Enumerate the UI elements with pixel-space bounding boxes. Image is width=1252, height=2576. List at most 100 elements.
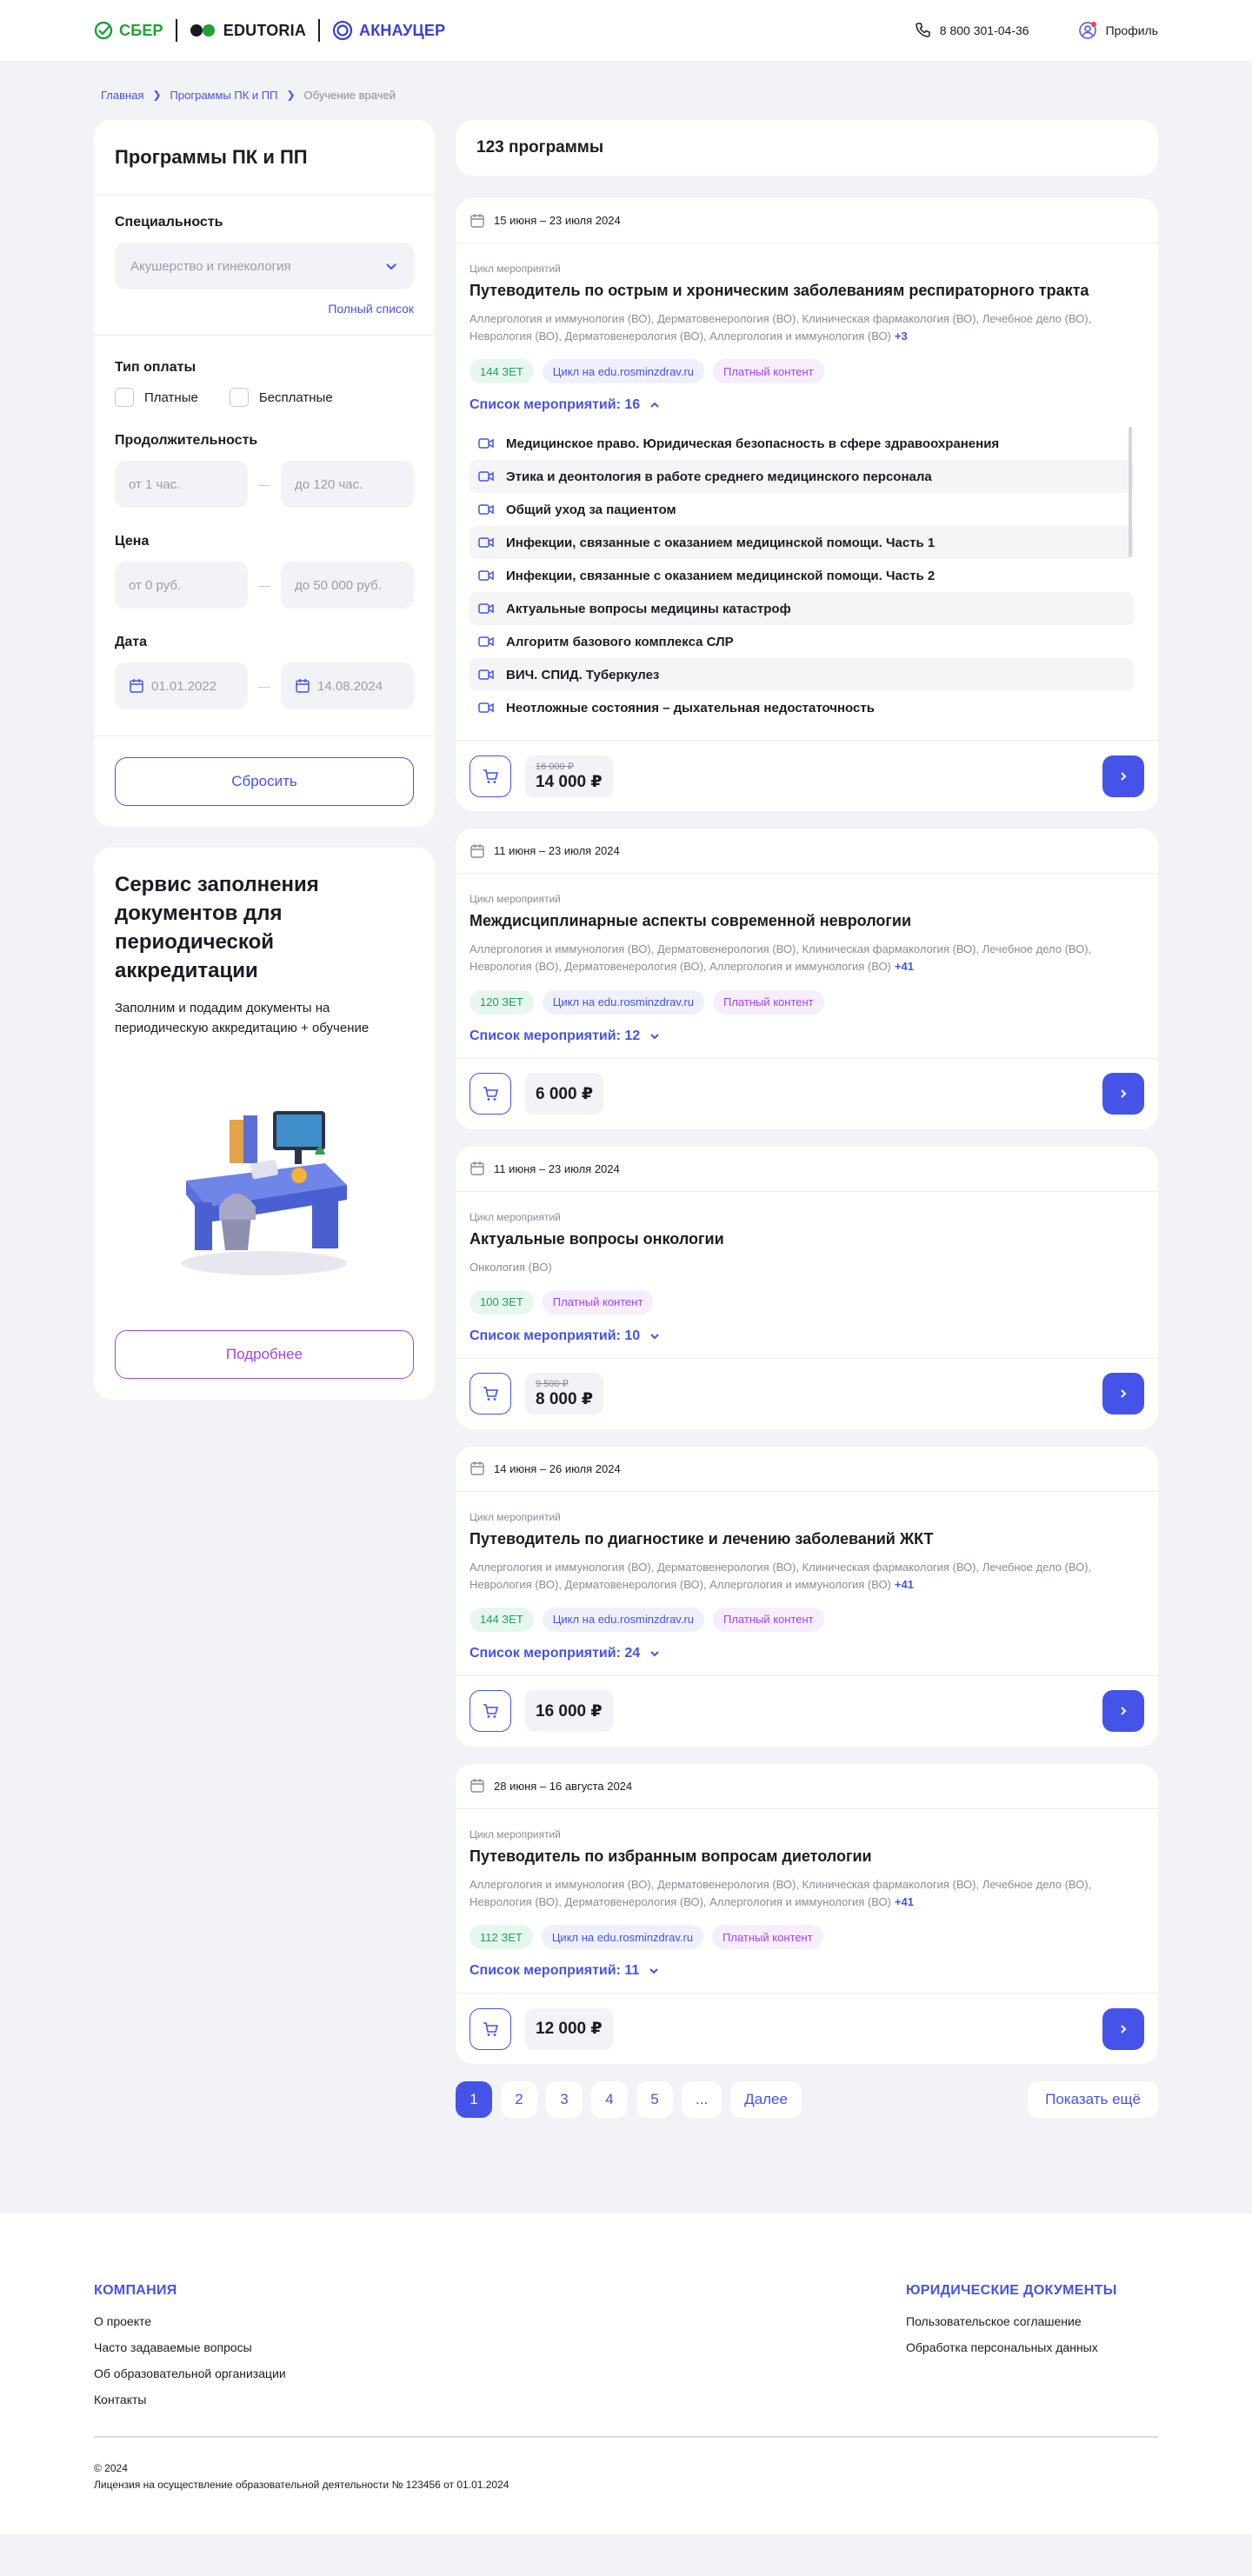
open-program-button[interactable] [1102,1690,1144,1733]
card-title[interactable]: Путеводитель по диагностике и лечению за… [470,1530,1144,1548]
events-toggle-label: Список мероприятий: 12 [470,1028,641,1043]
full-list-link[interactable]: Полный список [115,302,414,335]
paid-content-badge: Платный контент [713,989,824,1015]
duration-from-input[interactable]: от 1 час. [115,461,248,508]
date-to-input[interactable]: 14.08.2024 [281,662,414,709]
footer-link-faq[interactable]: Часто задаваемые вопросы [94,2340,286,2354]
event-item[interactable]: Медицинское право. Юридическая безопасно… [470,427,1134,460]
aknaucer-logo[interactable]: АКНАУЦЕР [332,20,445,41]
page-ellipsis[interactable]: ... [682,2081,723,2119]
add-to-cart-button[interactable] [470,755,511,797]
specialty-select[interactable]: Акушерство и гинекология [115,243,414,290]
more-specialties-link[interactable]: +3 [895,329,908,343]
card-title[interactable]: Путеводитель по острым и хроническим заб… [470,282,1144,300]
price-from-input[interactable]: от 0 руб. [115,562,248,609]
page-button-2[interactable]: 2 [501,2081,537,2119]
card-date: 15 июня – 23 июля 2024 [456,198,1158,243]
date-from-input[interactable]: 01.01.2022 [115,662,248,709]
footer-divider [94,2436,1158,2439]
card-title[interactable]: Междисциплинарные аспекты современной не… [470,912,1144,930]
event-list[interactable]: Медицинское право. Юридическая безопасно… [470,427,1144,740]
more-specialties-link[interactable]: +41 [895,1895,914,1908]
filters-title: Программы ПК и ПП [94,120,435,196]
show-more-button[interactable]: Показать ещё [1028,2081,1158,2119]
events-toggle[interactable]: Список мероприятий: 11 [470,1963,1144,1993]
card-tags: 120 ЗЕТ Цикл на edu.rosminzdrav.ru Платн… [470,989,1144,1015]
event-item[interactable]: Этика и деонтология в работе среднего ме… [470,460,1134,494]
add-to-cart-button[interactable] [470,1073,511,1115]
add-to-cart-button[interactable] [470,1373,511,1415]
event-title: ВИЧ. СПИД. Туберкулез [506,667,660,682]
specialty-value: Акушерство и гинекология [130,258,291,274]
event-item[interactable]: Неотложные состояния – дыхательная недос… [470,691,1134,724]
card-tags: 100 ЗЕТ Платный контент [470,1289,1144,1315]
promo-title: Сервис заполнения документов для периоди… [115,873,319,983]
card-date-text: 14 июня – 26 июля 2024 [494,1461,621,1475]
open-program-button[interactable] [1102,1073,1144,1115]
events-toggle[interactable]: Список мероприятий: 16 [470,397,1144,427]
reset-section: Сбросить [94,736,435,827]
more-specialties-link[interactable]: +41 [895,960,914,973]
event-item[interactable]: ВИЧ. СПИД. Туберкулез [470,658,1134,692]
card-date: 11 июня – 23 июля 2024 [456,829,1158,875]
edutoria-logo[interactable]: EDUTORIA [190,22,306,40]
zet-badge: 120 ЗЕТ [470,989,534,1015]
event-item[interactable]: Алгоритм базового комплекса СЛР [470,625,1134,658]
page-button-3[interactable]: 3 [546,2081,583,2119]
event-list-scrollbar[interactable] [1129,427,1132,558]
price-to-input[interactable]: до 50 000 руб. [281,562,414,609]
page-button-5[interactable]: 5 [636,2081,673,2119]
event-item[interactable]: Инфекции, связанные с оказанием медицинс… [470,559,1134,592]
phone-link[interactable]: 8 800 301-04-36 [914,22,1029,39]
events-toggle[interactable]: Список мероприятий: 24 [470,1646,1144,1675]
page-button-4[interactable]: 4 [591,2081,628,2119]
price-wrap: 6 000 ₽ [470,1073,604,1115]
video-icon [478,669,494,681]
event-item[interactable]: Инфекции, связанные с оказанием медицинс… [470,526,1134,560]
page-list: 1 2 3 4 5 ... Далее [456,2081,802,2119]
card-body: Цикл мероприятий Путеводитель по диагнос… [456,1492,1158,1675]
open-program-button[interactable] [1102,755,1144,797]
range-dash: — [258,477,270,491]
next-page-button[interactable]: Далее [730,2081,802,2119]
card-title[interactable]: Актуальные вопросы онкологии [470,1230,1144,1248]
breadcrumb-section[interactable]: Программы ПК и ПП [170,89,278,102]
event-title: Актуальные вопросы медицины катастроф [506,601,791,616]
events-toggle[interactable]: Список мероприятий: 12 [470,1028,1144,1058]
card-body: Цикл мероприятий Актуальные вопросы онко… [456,1192,1158,1358]
rosminzdrav-badge: Цикл на edu.rosminzdrav.ru [542,1607,704,1632]
events-toggle[interactable]: Список мероприятий: 10 [470,1328,1144,1358]
card-date-text: 28 июня – 16 августа 2024 [494,1779,633,1793]
event-title: Общий уход за пациентом [506,502,676,517]
duration-to-input[interactable]: до 120 час. [281,461,414,508]
specialty-label: Специальность [115,215,223,230]
profile-link[interactable]: Профиль [1078,21,1158,40]
add-to-cart-button[interactable] [470,2007,511,2050]
promo-more-button[interactable]: Подробнее [115,1330,414,1380]
paid-checkbox[interactable]: Платные [115,388,198,407]
footer-link-org[interactable]: Об образовательной организации [94,2366,286,2380]
paid-content-badge: Платный контент [542,1289,654,1315]
logo-divider [175,19,177,42]
more-specialties-link[interactable]: +41 [895,1578,914,1591]
open-program-button[interactable] [1102,1373,1144,1415]
program-card: 14 июня – 26 июля 2024 Цикл мероприятий … [456,1446,1158,1747]
add-to-cart-button[interactable] [470,1690,511,1733]
footer-link-contacts[interactable]: Контакты [94,2393,286,2406]
sber-logo[interactable]: СБЕР [94,21,163,40]
event-item[interactable]: Актуальные вопросы медицины катастроф [470,592,1134,626]
footer-link-about[interactable]: О проекте [94,2314,286,2328]
card-tags: 112 ЗЕТ Цикл на edu.rosminzdrav.ru Платн… [470,1925,1144,1950]
reset-button[interactable]: Сбросить [115,757,414,806]
footer-link-privacy[interactable]: Обработка персональных данных [906,2340,1158,2354]
card-specialties: Аллергология и иммунология (ВО), Дермато… [470,1876,1144,1911]
calendar-icon [470,213,484,228]
breadcrumb-home[interactable]: Главная [101,89,143,102]
page-button-1[interactable]: 1 [456,2081,492,2119]
card-date-text: 15 июня – 23 июля 2024 [494,214,621,227]
card-title[interactable]: Путеводитель по избранным вопросам дието… [470,1847,1144,1866]
footer-link-agreement[interactable]: Пользовательское соглашение [906,2314,1158,2328]
event-item[interactable]: Общий уход за пациентом [470,493,1134,526]
free-checkbox[interactable]: Бесплатные [229,388,333,407]
open-program-button[interactable] [1102,2007,1144,2050]
